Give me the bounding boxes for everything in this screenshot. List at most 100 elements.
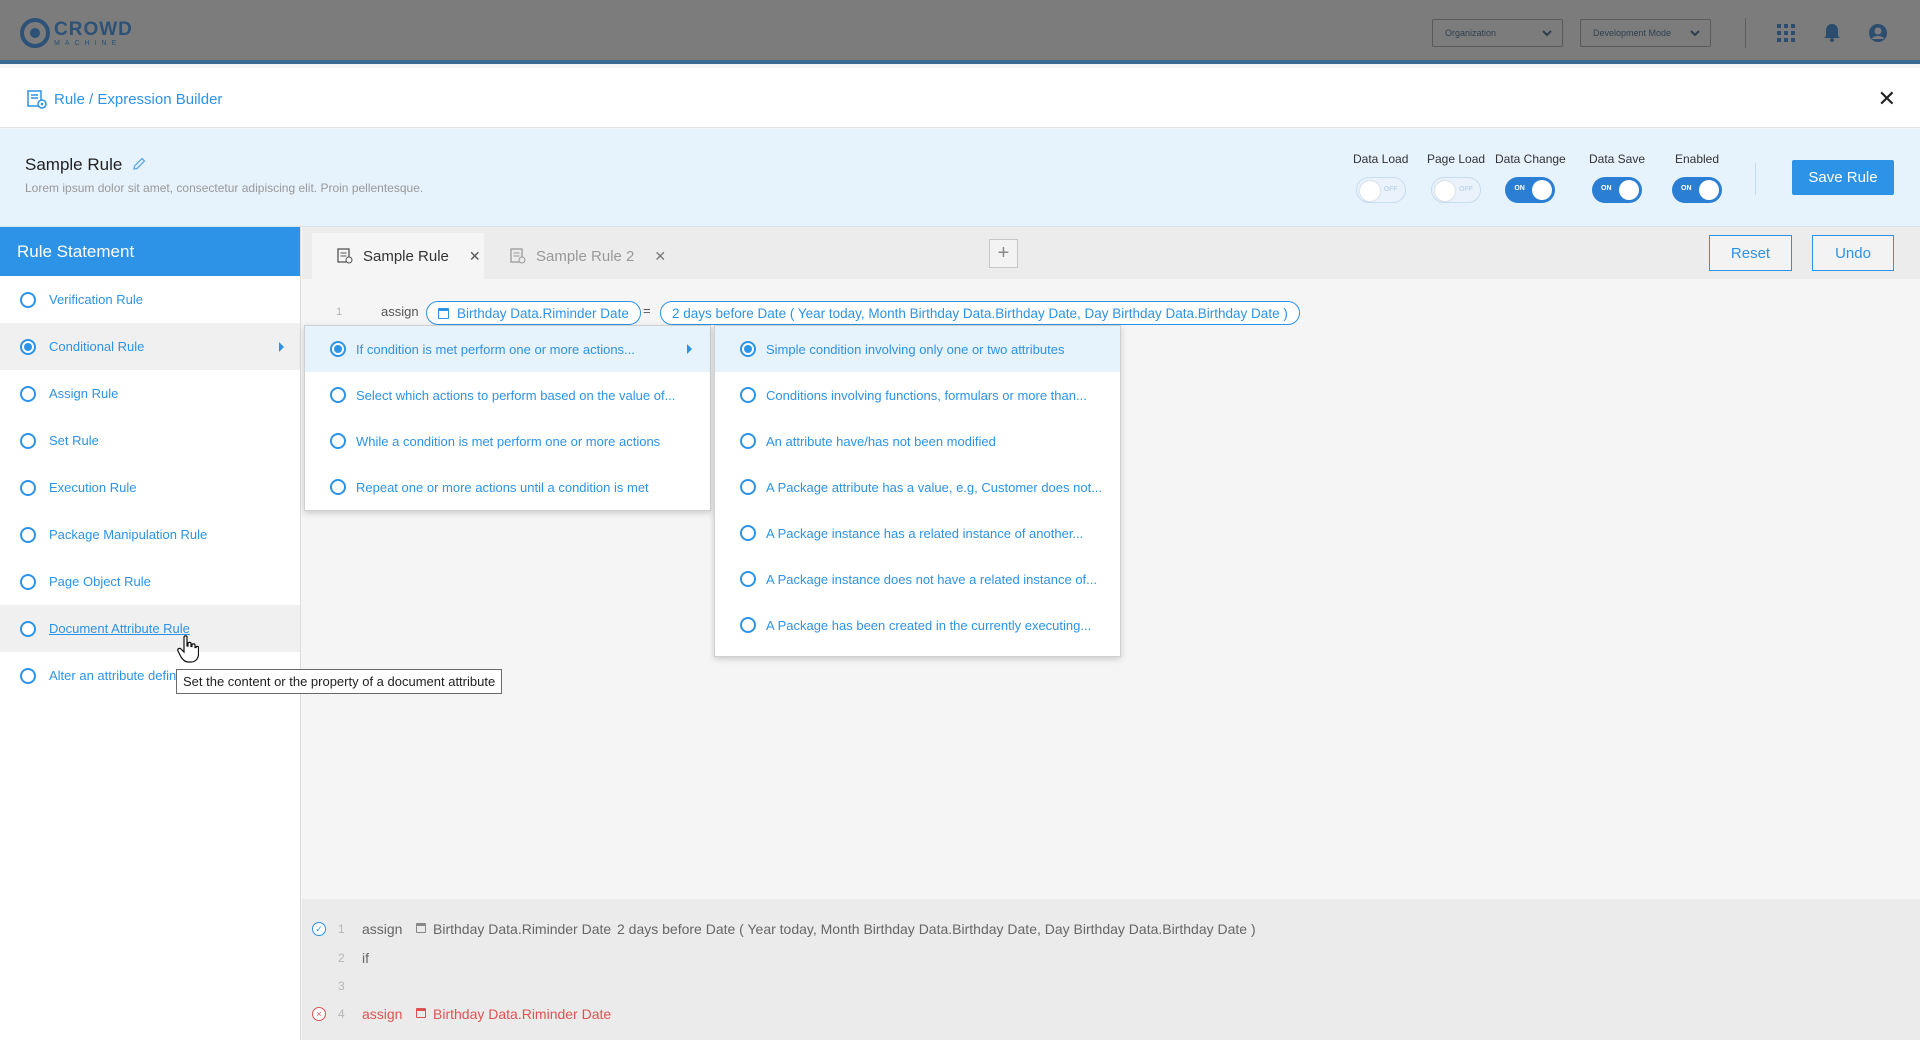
tab-label: Sample Rule 2 xyxy=(536,247,635,265)
menu-item[interactable]: Select which actions to perform based on… xyxy=(305,372,710,418)
menu-item[interactable]: While a condition is met perform one or … xyxy=(305,418,710,464)
radio-icon[interactable] xyxy=(20,432,36,449)
mode-select-value: Development Mode xyxy=(1593,28,1672,38)
expression-pill[interactable]: 2 days before Date ( Year today, Month B… xyxy=(660,301,1300,325)
radio-icon[interactable] xyxy=(740,479,756,495)
close-icon[interactable]: ✕ xyxy=(1878,86,1896,112)
radio-selected-icon[interactable] xyxy=(20,338,36,355)
close-tab-icon[interactable]: ✕ xyxy=(469,248,481,265)
radio-selected-icon[interactable] xyxy=(740,341,756,357)
radio-icon[interactable] xyxy=(330,479,346,495)
organization-select-value: Organization xyxy=(1445,28,1497,38)
rule-statement-panel: Rule Statement Verification Rule Conditi… xyxy=(0,227,301,1040)
topbar-divider xyxy=(1745,18,1746,48)
menu-item[interactable]: Conditions involving functions, formular… xyxy=(715,372,1120,418)
attribute-pill[interactable]: Birthday Data.Riminder Date xyxy=(426,301,641,325)
toggle-label: Data Load xyxy=(1353,152,1409,166)
radio-selected-icon[interactable] xyxy=(330,341,346,357)
rule-type-item[interactable]: Document Attribute Rule xyxy=(0,605,300,652)
menu-item[interactable]: A Package has been created in the curren… xyxy=(715,602,1120,648)
tab-sample-rule[interactable]: Sample Rule ✕ xyxy=(312,233,484,279)
radio-icon[interactable] xyxy=(740,433,756,449)
toggle-data-save: Data Save ON xyxy=(1589,152,1645,203)
radio-icon[interactable] xyxy=(20,620,36,637)
menu-item[interactable]: A Package attribute has a value, e.g, Cu… xyxy=(715,464,1120,510)
rule-type-item[interactable]: Set Rule xyxy=(0,417,300,464)
rule-type-item[interactable]: Verification Rule xyxy=(0,276,300,323)
toggle-enabled: Enabled ON xyxy=(1672,152,1722,203)
chevron-down-icon xyxy=(1690,26,1700,40)
rule-preview: ✓ 1 assign Birthday Data.Riminder Date 2… xyxy=(302,899,1920,1040)
add-tab-button[interactable]: + xyxy=(989,239,1018,268)
error-status-icon: × xyxy=(312,1007,326,1021)
radio-icon[interactable] xyxy=(740,387,756,403)
condition-type-submenu: Simple condition involving only one or t… xyxy=(714,325,1121,657)
rule-builder-icon xyxy=(27,89,47,109)
radio-icon[interactable] xyxy=(330,433,346,449)
radio-icon[interactable] xyxy=(740,571,756,587)
logo-mark-icon xyxy=(20,18,50,48)
conditional-submenu: If condition is met perform one or more … xyxy=(304,325,711,511)
tab-label: Sample Rule xyxy=(363,247,449,265)
rule-tabs-bar: Sample Rule ✕ Sample Rule 2 ✕ + Reset Un… xyxy=(302,227,1920,279)
radio-icon[interactable] xyxy=(20,573,36,590)
toggle-data-load: Data Load OFF xyxy=(1353,152,1408,203)
radio-icon[interactable] xyxy=(330,387,346,403)
toggle-label: Enabled xyxy=(1674,152,1720,166)
rule-title: Sample Rule xyxy=(25,155,123,174)
logo-subword: MACHINE xyxy=(54,39,122,47)
apps-grid-icon[interactable] xyxy=(1775,22,1797,44)
menu-item[interactable]: Repeat one or more actions until a condi… xyxy=(305,464,710,510)
data-load-switch[interactable]: OFF xyxy=(1355,177,1406,203)
radio-icon[interactable] xyxy=(20,385,36,402)
equals-sign: = xyxy=(643,303,651,318)
menu-item[interactable]: If condition is met perform one or more … xyxy=(305,326,710,372)
organization-select[interactable]: Organization xyxy=(1432,19,1563,47)
page-load-switch[interactable]: OFF xyxy=(1431,177,1482,203)
hand-cursor-icon xyxy=(177,635,200,663)
enabled-switch[interactable]: ON xyxy=(1672,177,1722,203)
rule-type-item[interactable]: Assign Rule xyxy=(0,370,300,417)
rule-type-item[interactable]: Conditional Rule xyxy=(0,323,300,370)
save-rule-button[interactable]: Save Rule xyxy=(1792,160,1894,195)
tooltip: Set the content or the property of a doc… xyxy=(176,669,503,694)
user-account-icon[interactable] xyxy=(1867,22,1889,44)
rule-header: Sample Rule Lorem ipsum dolor sit amet, … xyxy=(0,129,1920,227)
close-tab-icon[interactable]: ✕ xyxy=(654,248,666,265)
rule-type-item[interactable]: Page Object Rule xyxy=(0,558,300,605)
calendar-icon xyxy=(438,307,449,319)
radio-icon[interactable] xyxy=(20,526,36,543)
radio-icon[interactable] xyxy=(20,291,36,308)
breadcrumb[interactable]: Rule / Expression Builder xyxy=(54,91,222,108)
undo-button[interactable]: Undo xyxy=(1812,235,1894,271)
menu-item[interactable]: Simple condition involving only one or t… xyxy=(715,326,1120,372)
line-number: 1 xyxy=(336,306,343,318)
menu-item[interactable]: A Package instance has a related instanc… xyxy=(715,510,1120,556)
data-save-switch[interactable]: ON xyxy=(1592,177,1643,203)
rule-type-item[interactable]: Execution Rule xyxy=(0,464,300,511)
panel-title: Rule Statement xyxy=(0,227,300,276)
caret-right-icon xyxy=(687,344,692,354)
rule-type-item[interactable]: Package Manipulation Rule xyxy=(0,511,300,558)
crowd-machine-logo[interactable]: CROWD MACHINE xyxy=(20,18,133,48)
radio-icon[interactable] xyxy=(740,617,756,633)
rule-doc-icon xyxy=(337,248,353,264)
radio-icon[interactable] xyxy=(740,525,756,541)
toggle-label: Data Change xyxy=(1495,152,1566,166)
menu-item[interactable]: An attribute have/has not been modified xyxy=(715,418,1120,464)
pencil-edit-icon[interactable] xyxy=(132,157,146,171)
bell-icon[interactable] xyxy=(1821,22,1843,44)
toggle-data-change: Data Change ON xyxy=(1495,152,1566,203)
reset-button[interactable]: Reset xyxy=(1709,235,1792,271)
toggle-label: Page Load xyxy=(1427,152,1486,166)
data-change-switch[interactable]: ON xyxy=(1505,177,1556,203)
radio-icon[interactable] xyxy=(20,667,36,684)
tab-sample-rule-2[interactable]: Sample Rule 2 ✕ xyxy=(502,233,672,279)
logo-word: CROWD xyxy=(54,18,133,40)
menu-item[interactable]: A Package instance does not have a relat… xyxy=(715,556,1120,602)
caret-right-icon xyxy=(279,341,284,352)
radio-icon[interactable] xyxy=(20,479,36,496)
calendar-icon xyxy=(416,1008,426,1018)
mode-select[interactable]: Development Mode xyxy=(1580,19,1711,47)
breadcrumb-bar: Rule / Expression Builder ✕ xyxy=(0,68,1920,128)
